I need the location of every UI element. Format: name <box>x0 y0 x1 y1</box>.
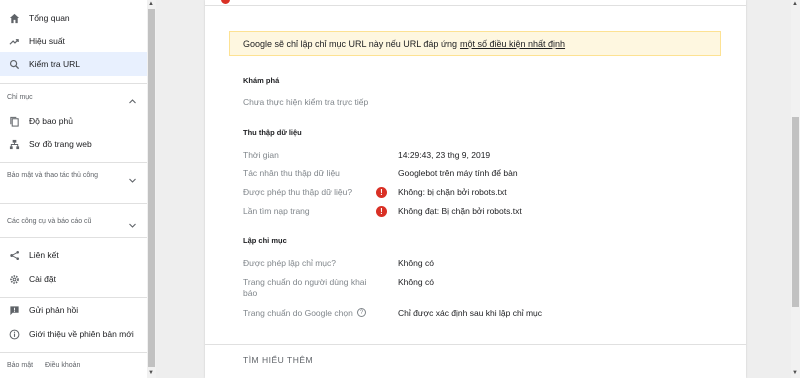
scroll-down-arrow-icon[interactable]: ▼ <box>791 369 799 377</box>
file-copy-icon <box>8 115 20 127</box>
notice-link[interactable]: một số điều kiện nhất định <box>460 39 565 49</box>
sidebar: Tổng quan Hiệu suất Kiểm tra URL Chỉ mục… <box>0 0 147 378</box>
sidebar-item-coverage[interactable]: Độ bao phủ <box>0 109 147 133</box>
index-label-allowed: Được phép lập chỉ mục? <box>243 258 337 268</box>
sidebar-item-label: Tổng quan <box>29 13 70 23</box>
sidebar-footer: Bảo mật Điều khoản <box>7 362 90 369</box>
section-title-discovery: Khám phá <box>243 76 280 85</box>
index-value-google-canonical: Chỉ được xác định sau khi lập chỉ mục <box>398 308 543 318</box>
sidebar-item-label: Giới thiệu về phiên bản mới <box>29 329 134 339</box>
crawl-label-agent: Tác nhân thu thập dữ liệu <box>243 168 340 178</box>
chevron-up-icon[interactable] <box>128 93 137 104</box>
scroll-up-arrow-icon[interactable]: ▲ <box>791 0 799 8</box>
index-value-user-canonical: Không có <box>398 277 434 287</box>
sidebar-item-settings[interactable]: Cài đặt <box>0 267 147 291</box>
sidebar-section-security[interactable]: Bảo mật và thao tác thủ công <box>7 171 117 181</box>
crawl-value-fetch: Không đạt: Bị chặn bởi robots.txt <box>398 206 522 216</box>
section-title-indexing: Lập chỉ mục <box>243 236 287 245</box>
crawl-label-time: Thời gian <box>243 150 279 160</box>
sidebar-divider <box>0 203 147 204</box>
scroll-up-arrow-icon[interactable]: ▲ <box>147 0 155 8</box>
sidebar-item-overview[interactable]: Tổng quan <box>0 6 147 30</box>
sidebar-item-label: Gửi phản hồi <box>29 305 79 315</box>
sidebar-scroll-thumb[interactable] <box>148 9 155 367</box>
card-footer: TÌM HIỂU THÊM <box>205 344 746 378</box>
search-icon <box>8 58 20 70</box>
sidebar-item-label: Sơ đồ trang web <box>29 139 92 149</box>
sidebar-section-tools[interactable]: Các công cụ và báo cáo cũ <box>7 217 117 227</box>
main-scrollbar[interactable]: ▲ ▼ <box>791 0 800 378</box>
privacy-link[interactable]: Bảo mật <box>7 362 33 369</box>
sidebar-section-index[interactable]: Chỉ mục <box>7 93 117 103</box>
notice-text: Google sẽ chỉ lập chỉ mục URL này nếu UR… <box>243 38 457 49</box>
feedback-icon <box>8 304 20 316</box>
links-icon <box>8 249 20 261</box>
sidebar-divider <box>0 162 147 163</box>
index-conditions-notice: Google sẽ chỉ lập chỉ mục URL này nếu UR… <box>229 31 721 56</box>
info-icon <box>8 328 20 340</box>
crawl-label-allowed: Được phép thu thập dữ liệu? <box>243 187 353 197</box>
sidebar-divider <box>0 83 147 84</box>
sitemap-icon <box>8 138 20 150</box>
scroll-down-arrow-icon[interactable]: ▼ <box>147 369 155 377</box>
sidebar-item-sitemaps[interactable]: Sơ đồ trang web <box>0 132 147 156</box>
help-icon[interactable]: ? <box>357 308 366 317</box>
crawl-value-agent: Googlebot trên máy tính để bàn <box>398 168 518 178</box>
crawl-value-time: 14:29:43, 23 thg 9, 2019 <box>398 150 491 160</box>
inspection-details-card: Google sẽ chỉ lập chỉ mục URL này nếu UR… <box>205 0 746 378</box>
sidebar-item-label: Cài đặt <box>29 274 56 284</box>
error-icon <box>221 0 230 4</box>
sidebar-scrollbar[interactable]: ▲ ▼ <box>147 0 156 378</box>
sidebar-item-label: Hiệu suất <box>29 36 65 46</box>
section-title-crawl: Thu thập dữ liệu <box>243 128 302 137</box>
main-scroll-thumb[interactable] <box>792 117 799 307</box>
crawl-value-allowed: Không: bị chặn bởi robots.txt <box>398 187 507 197</box>
sidebar-item-label: Kiểm tra URL <box>29 59 81 69</box>
sidebar-item-feedback[interactable]: Gửi phản hồi <box>0 298 147 322</box>
discovery-status: Chưa thực hiện kiểm tra trực tiếp <box>243 97 369 107</box>
index-value-allowed: Không có <box>398 258 434 268</box>
chevron-down-icon[interactable] <box>128 217 137 228</box>
sidebar-item-url-inspection[interactable]: Kiểm tra URL <box>0 52 147 76</box>
trending-icon <box>8 35 20 47</box>
sidebar-item-about-new-version[interactable]: Giới thiệu về phiên bản mới <box>0 322 147 346</box>
error-icon: ! <box>376 206 387 217</box>
crawl-label-fetch: Lần tìm nạp trang <box>243 206 310 216</box>
error-icon: ! <box>376 187 387 198</box>
index-label-google-canonical: Trang chuẩn do Google chọn <box>243 308 353 318</box>
sidebar-item-label: Độ bao phủ <box>29 116 73 126</box>
sidebar-item-label: Liên kết <box>29 250 59 260</box>
sidebar-item-performance[interactable]: Hiệu suất <box>0 29 147 53</box>
sidebar-divider <box>0 352 147 353</box>
chevron-down-icon[interactable] <box>128 172 137 183</box>
card-top-edge <box>205 0 746 6</box>
home-icon <box>8 12 20 24</box>
sidebar-item-links[interactable]: Liên kết <box>0 243 147 267</box>
learn-more-button[interactable]: TÌM HIỂU THÊM <box>243 355 313 365</box>
index-label-user-canonical: Trang chuẩn do người dùng khai báo <box>243 277 367 298</box>
sidebar-divider <box>0 237 147 238</box>
gear-icon <box>8 273 20 285</box>
terms-link[interactable]: Điều khoản <box>45 362 80 369</box>
